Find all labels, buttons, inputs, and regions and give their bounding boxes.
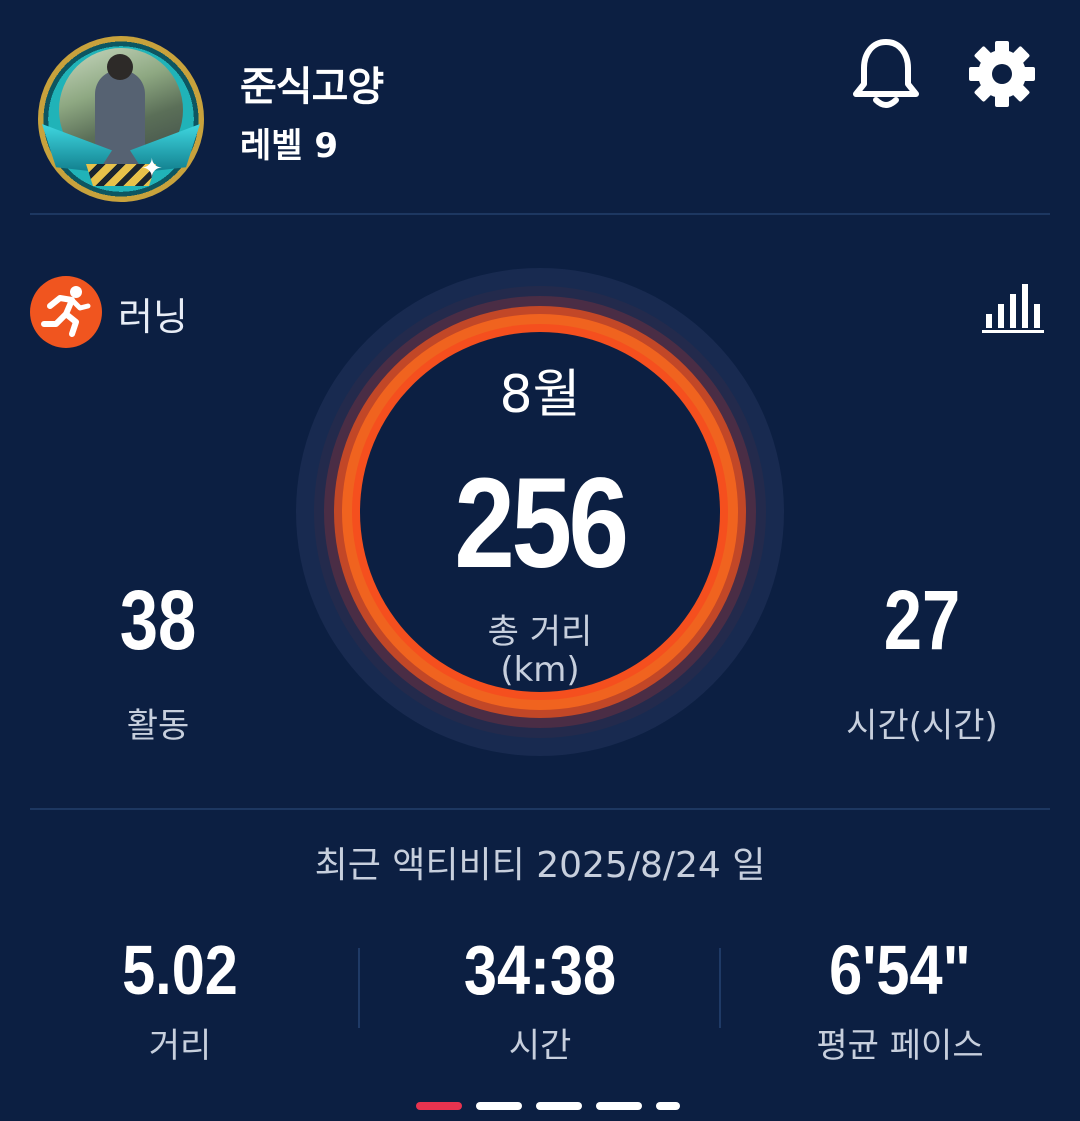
recent-distance-label: 거리: [148, 1026, 212, 1066]
stat-separator: [358, 948, 360, 1028]
sport-selector-icon[interactable]: [30, 276, 102, 348]
recent-distance-value: 5.02: [122, 931, 238, 1009]
page-dot[interactable]: [596, 1102, 642, 1110]
notification-button[interactable]: [848, 34, 924, 110]
running-person-icon: [41, 286, 91, 337]
user-name[interactable]: 준식고양: [240, 54, 384, 112]
activities-count: 38: [119, 573, 197, 667]
section-divider: [30, 808, 1050, 810]
gear-icon: [969, 41, 1035, 107]
page-dot[interactable]: [476, 1102, 522, 1110]
settings-button[interactable]: [966, 38, 1038, 110]
bell-icon: [853, 39, 919, 108]
bar-chart-icon: [982, 284, 1044, 333]
sparkle-icon: ✦: [141, 154, 163, 184]
stat-separator: [719, 948, 721, 1028]
recent-pace-label: 평균 페이스: [816, 1026, 984, 1066]
recent-pace-value: 6'54": [829, 931, 971, 1009]
recent-activity-title[interactable]: 최근 액티비티 2025/8/24 일: [0, 836, 1080, 888]
total-distance-unit: (km): [500, 650, 580, 690]
recent-time-label: 시간: [508, 1026, 572, 1066]
stats-chart-button[interactable]: [982, 280, 1044, 334]
hours-count: 27: [883, 573, 961, 667]
total-distance-value: 256: [454, 452, 629, 595]
sport-label[interactable]: 러닝: [118, 286, 188, 341]
hours-label: 시간(시간): [846, 706, 998, 746]
avatar-head-shape: [107, 54, 133, 80]
recent-time-value: 34:38: [463, 931, 617, 1009]
page-indicator: [0, 1102, 1080, 1112]
avatar[interactable]: ✦: [38, 36, 204, 202]
total-distance-label: 총 거리: [487, 612, 593, 652]
activities-label: 활동: [126, 706, 190, 746]
header-divider: [30, 213, 1050, 215]
user-level: 레벨 9: [240, 126, 339, 166]
page-dot[interactable]: [656, 1102, 680, 1110]
page-dot[interactable]: [536, 1102, 582, 1110]
month-label: 8월: [499, 365, 581, 425]
page-dot-active[interactable]: [416, 1102, 462, 1110]
